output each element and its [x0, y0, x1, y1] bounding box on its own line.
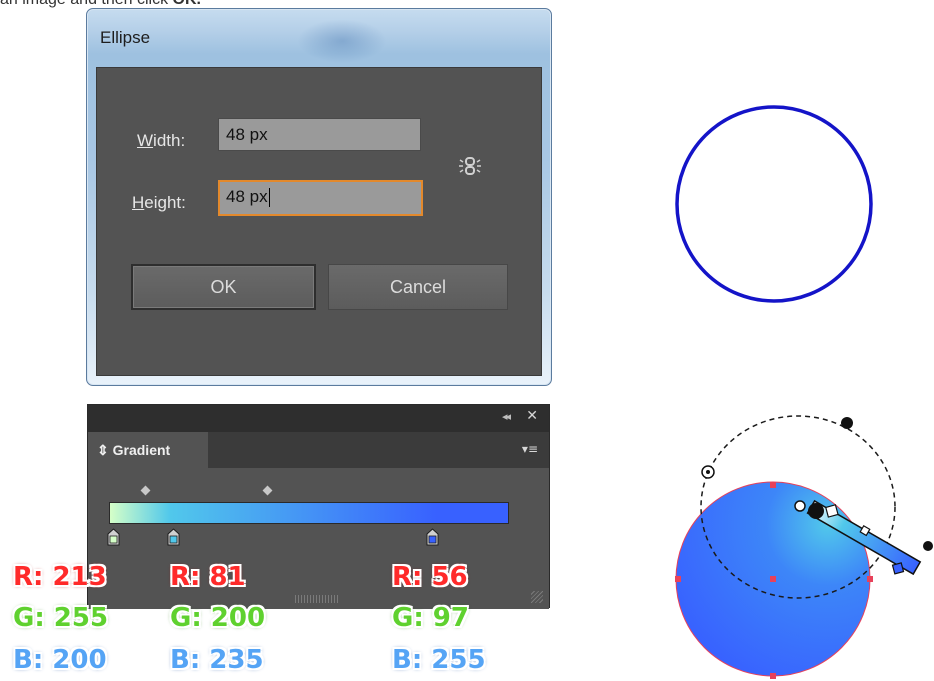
height-input[interactable]: 48 px — [218, 180, 423, 216]
anchor-point[interactable] — [770, 673, 776, 679]
panel-menu-icon[interactable]: ▾≡ — [522, 442, 538, 456]
dialog-title: Ellipse — [100, 28, 151, 47]
color-stop-handle[interactable] — [107, 528, 120, 546]
stop2-green-value: G: 200 — [170, 603, 266, 633]
title-bar-sheen — [297, 19, 387, 63]
ok-button[interactable]: OK — [131, 264, 316, 310]
panel-header-strip: ◂◂ ✕ — [88, 405, 549, 432]
tab-gradient-label: Gradient — [112, 442, 171, 458]
stop3-green-value: G: 97 — [392, 603, 469, 633]
gradient-midpoint-diamond[interactable] — [262, 485, 273, 496]
stop1-red-value: R: 213 — [13, 562, 107, 592]
annotator-focal-handle[interactable] — [794, 500, 806, 512]
annotator-origin-handle[interactable] — [808, 503, 824, 519]
width-label: Width: — [137, 131, 186, 150]
caption-text: an image and then click — [0, 0, 173, 8]
anchor-point[interactable] — [867, 576, 873, 582]
annotator-end-handle[interactable] — [923, 541, 933, 551]
stop1-blue-value: B: 200 — [13, 645, 107, 675]
panel-resize-grip[interactable] — [295, 595, 339, 603]
stop1-green-value: G: 255 — [13, 603, 109, 633]
stop3-blue-value: B: 255 — [392, 645, 486, 675]
tab-arrows-icon: ⇕ — [97, 442, 109, 458]
color-stop-handle[interactable] — [426, 528, 439, 546]
circle-outline — [675, 105, 873, 303]
collapse-panel-icon[interactable]: ◂◂ — [502, 410, 511, 423]
anchor-point[interactable] — [675, 576, 681, 582]
constrain-proportions-icon[interactable] — [457, 152, 483, 180]
stop2-red-value: R: 81 — [170, 562, 246, 592]
center-point[interactable] — [770, 576, 776, 582]
ellipse-outline-preview — [675, 105, 873, 303]
gradient-midpoint-diamond[interactable] — [140, 485, 151, 496]
color-stop-handle[interactable] — [167, 528, 180, 546]
width-input[interactable]: 48 px — [218, 118, 421, 151]
gradient-slider-bar[interactable] — [109, 502, 509, 524]
panel-resize-corner[interactable] — [531, 591, 543, 603]
cancel-button[interactable]: Cancel — [328, 264, 508, 310]
tab-gradient[interactable]: ⇕ Gradient — [88, 432, 208, 468]
dialog-body: Width: 48 px Height: 48 px OK Cancel — [96, 67, 542, 376]
text-caret — [268, 188, 270, 208]
stop3-red-value: R: 56 — [392, 562, 468, 592]
ellipse-dialog: Ellipse Width: 48 px Height: 48 px OK Ca… — [86, 8, 552, 386]
stop2-blue-value: B: 235 — [170, 645, 264, 675]
caption-bold: OK. — [173, 0, 201, 8]
anchor-point[interactable] — [770, 482, 776, 488]
gradient-panel: ◂◂ ✕ ⇕ Gradient ▾≡ — [87, 404, 550, 609]
height-label: Height: — [132, 193, 186, 212]
annotator-top-handle[interactable] — [841, 417, 853, 429]
gradient-panel-body — [88, 468, 549, 609]
panel-tab-bar: ⇕ Gradient ▾≡ — [88, 432, 549, 468]
close-panel-icon[interactable]: ✕ — [526, 408, 538, 424]
gradient-fill-preview — [675, 415, 933, 679]
